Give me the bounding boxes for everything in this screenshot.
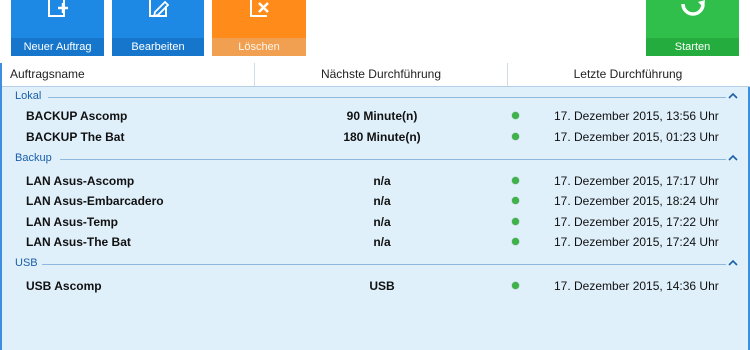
status-dot-icon — [512, 197, 519, 204]
next-run: n/a — [373, 174, 391, 188]
toolbar: Neuer Auftrag Bearbeiten Löschen Starten — [0, 0, 750, 63]
start-label: Starten — [646, 38, 739, 56]
new-task-button[interactable]: Neuer Auftrag — [11, 0, 104, 56]
delete-icon — [212, 0, 306, 38]
status-dot-icon — [512, 218, 519, 225]
last-run: 17. Dezember 2015, 17:24 Uhr — [554, 235, 719, 249]
group-title: Backup — [15, 152, 52, 164]
next-run: USB — [369, 279, 395, 293]
status-dot-icon — [512, 282, 519, 289]
group-header-usb[interactable]: USB — [2, 254, 748, 274]
last-run: 17. Dezember 2015, 13:56 Uhr — [554, 109, 719, 123]
next-run: n/a — [373, 215, 391, 229]
task-name: BACKUP The Bat — [26, 130, 125, 144]
last-run: 17. Dezember 2015, 18:24 Uhr — [554, 194, 719, 208]
refresh-icon — [646, 0, 739, 38]
task-name: BACKUP Ascomp — [26, 109, 128, 123]
last-run: 17. Dezember 2015, 14:36 Uhr — [554, 279, 719, 293]
next-run: n/a — [373, 235, 391, 249]
last-run: 17. Dezember 2015, 17:22 Uhr — [554, 215, 719, 229]
next-run: 90 Minute(n) — [346, 109, 418, 123]
task-list: Auftragsname Nächste Durchführung Letzte… — [0, 63, 750, 350]
table-row[interactable]: BACKUP The Bat 180 Minute(n) 17. Dezembe… — [2, 127, 748, 147]
table-row[interactable]: LAN Asus-The Bat n/a 17. Dezember 2015, … — [2, 232, 748, 252]
group-title: Lokal — [15, 90, 42, 102]
group-divider — [60, 159, 726, 160]
next-run: n/a — [373, 194, 391, 208]
group-header-backup[interactable]: Backup — [2, 149, 748, 169]
chevron-up-icon[interactable] — [728, 258, 738, 268]
group-header-lokal[interactable]: Lokal — [2, 87, 748, 107]
table-row[interactable]: BACKUP Ascomp 90 Minute(n) 17. Dezember … — [2, 106, 748, 126]
task-name: LAN Asus-Ascomp — [26, 174, 135, 188]
last-run: 17. Dezember 2015, 01:23 Uhr — [554, 130, 719, 144]
status-dot-icon — [512, 133, 519, 140]
status-dot-icon — [512, 177, 519, 184]
edit-button[interactable]: Bearbeiten — [112, 0, 204, 56]
chevron-up-icon[interactable] — [728, 91, 738, 101]
edit-icon — [112, 0, 204, 38]
delete-label: Löschen — [212, 38, 306, 56]
new-task-label: Neuer Auftrag — [11, 38, 104, 56]
table-row[interactable]: LAN Asus-Embarcadero n/a 17. Dezember 20… — [2, 191, 748, 211]
new-task-icon — [11, 0, 104, 38]
task-name: USB Ascomp — [26, 279, 102, 293]
group-divider — [48, 97, 726, 98]
table-row[interactable]: LAN Asus-Temp n/a 17. Dezember 2015, 17:… — [2, 212, 748, 232]
start-button[interactable]: Starten — [646, 0, 739, 56]
group-title: USB — [15, 257, 38, 269]
column-header-bar: Auftragsname Nächste Durchführung Letzte… — [2, 63, 750, 87]
status-dot-icon — [512, 112, 519, 119]
column-header-last-run[interactable]: Letzte Durchführung — [508, 63, 748, 86]
column-header-name[interactable]: Auftragsname — [10, 63, 85, 86]
task-name: LAN Asus-Embarcadero — [26, 194, 164, 208]
status-dot-icon — [512, 238, 519, 245]
column-header-next-run[interactable]: Nächste Durchführung — [255, 63, 507, 86]
chevron-up-icon[interactable] — [728, 153, 738, 163]
last-run: 17. Dezember 2015, 17:17 Uhr — [554, 174, 719, 188]
delete-button[interactable]: Löschen — [212, 0, 306, 56]
table-row[interactable]: USB Ascomp USB 17. Dezember 2015, 14:36 … — [2, 276, 748, 296]
task-name: LAN Asus-Temp — [26, 215, 119, 229]
task-name: LAN Asus-The Bat — [26, 235, 131, 249]
group-divider — [42, 264, 726, 265]
edit-label: Bearbeiten — [112, 38, 204, 56]
table-row[interactable]: LAN Asus-Ascomp n/a 17. Dezember 2015, 1… — [2, 171, 748, 191]
next-run: 180 Minute(n) — [343, 130, 421, 144]
